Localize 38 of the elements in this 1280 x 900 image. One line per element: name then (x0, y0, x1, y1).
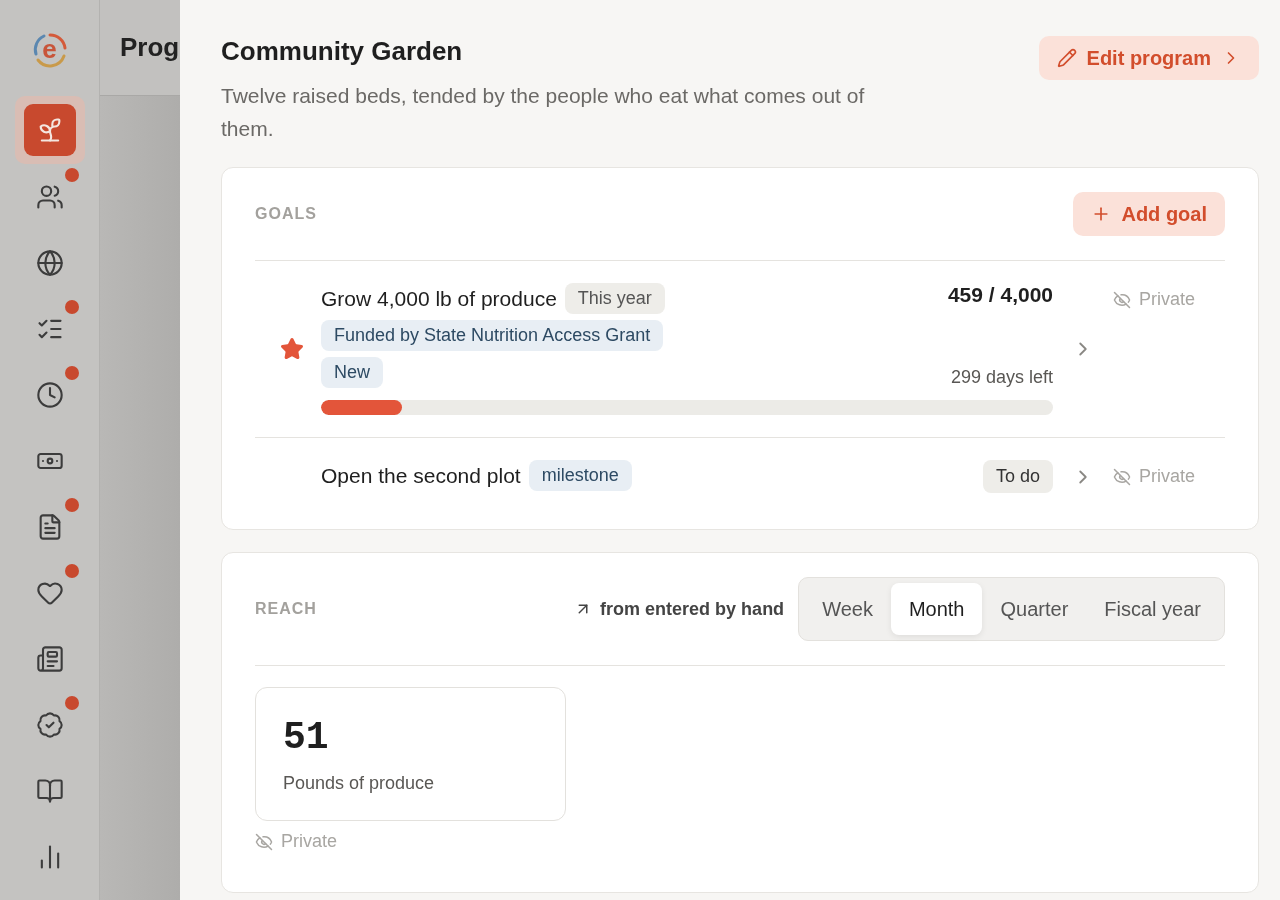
logo-letter: e (42, 35, 57, 62)
visibility-text: Private (281, 831, 338, 852)
add-goal-button[interactable]: Add goal (1073, 192, 1225, 236)
metric-label: Pounds of produce (283, 773, 436, 794)
nav-icon (35, 381, 64, 409)
nav-icon (35, 645, 64, 673)
eye-off-icon (1113, 290, 1131, 309)
page-title: Prog (120, 32, 180, 63)
visibility-text: Private (1139, 466, 1196, 487)
section-heading: GOALS (255, 205, 317, 223)
goal-title[interactable]: Open the second plot (321, 463, 521, 488)
eye-off-icon (1113, 467, 1131, 486)
eye-off-icon (255, 832, 273, 851)
nav-icon (35, 183, 64, 211)
goal-tag: New (321, 357, 383, 388)
goal-progress-value: 459 / 4,000 (947, 283, 1053, 307)
sidebar-item[interactable] (14, 96, 85, 164)
days-left: 299 days left (950, 367, 1053, 388)
period-tab[interactable]: Month (890, 583, 983, 635)
nav-icon (35, 249, 64, 277)
edit-program-button[interactable]: Edit program (1038, 36, 1259, 80)
period-tab[interactable]: Quarter (982, 583, 1087, 635)
program-title: Community Garden (221, 36, 464, 67)
goal-tag: Funded by State Nutrition Access Grant (321, 320, 664, 351)
goal-title[interactable]: Grow 4,000 lb of produce (321, 286, 557, 311)
section-heading: REACH (255, 600, 317, 618)
period-tab[interactable]: Fiscal year (1086, 583, 1219, 635)
program-description: Twelve raised beds, tended by the people who eat what comes out of them. (221, 83, 866, 142)
goal-tag: This year (564, 283, 665, 314)
period-tab[interactable]: Week (804, 583, 891, 635)
visibility-text: Private (1139, 289, 1196, 310)
pencil-icon (1056, 48, 1077, 68)
goal-tag: milestone (528, 460, 632, 491)
nav-icon (35, 711, 64, 739)
metric-value: 51 (283, 716, 330, 759)
goal-status: To do (982, 460, 1053, 493)
source-link[interactable]: from entered by hand (574, 598, 785, 620)
nav-icon (35, 777, 64, 805)
